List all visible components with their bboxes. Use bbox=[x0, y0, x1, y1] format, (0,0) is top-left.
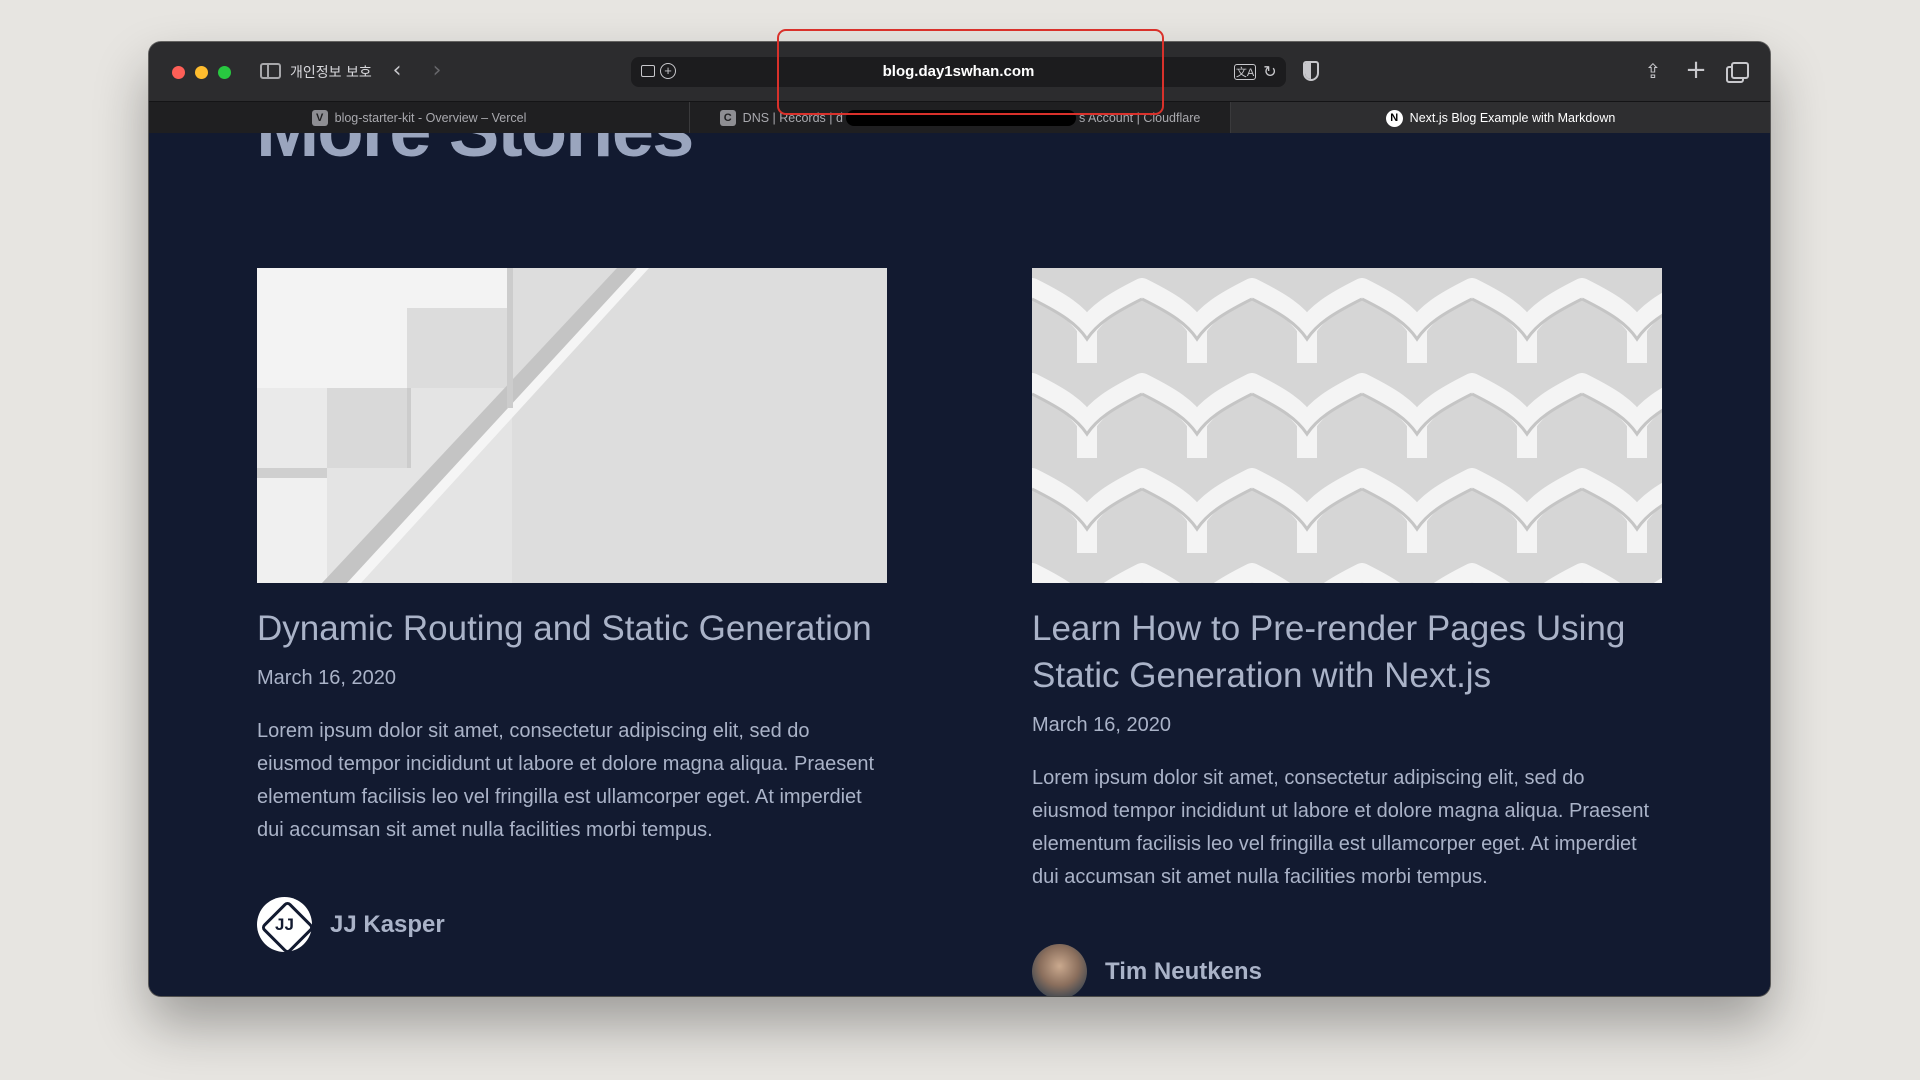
post-excerpt: Lorem ipsum dolor sit amet, consectetur … bbox=[257, 720, 875, 841]
author-name: JJ Kasper bbox=[330, 910, 445, 938]
tab-vercel[interactable]: V blog-starter-kit - Overview – Vercel bbox=[149, 102, 690, 134]
avatar: JJ bbox=[257, 897, 312, 952]
author-name: Tim Neutkens bbox=[1105, 957, 1262, 985]
page-content: More Stories Dynamic Rou bbox=[149, 133, 1770, 996]
tabs-icon[interactable] bbox=[1726, 62, 1749, 83]
share-icon[interactable]: ⇪ bbox=[1642, 58, 1664, 84]
zoom-window-button[interactable] bbox=[218, 66, 231, 79]
post-author: Tim Neutkens bbox=[1032, 944, 1262, 996]
translate-icon[interactable]: 文A bbox=[1234, 64, 1256, 80]
woven-pattern-illustration bbox=[1032, 268, 1662, 583]
post-title[interactable]: Learn How to Pre-render Pages Using Stat… bbox=[1032, 605, 1662, 699]
tab-title: Next.js Blog Example with Markdown bbox=[1409, 111, 1616, 125]
close-window-button[interactable] bbox=[172, 66, 185, 79]
post-title[interactable]: Dynamic Routing and Static Generation bbox=[257, 605, 887, 652]
tab-nextjs-blog[interactable]: N Next.js Blog Example with Markdown bbox=[1231, 102, 1770, 134]
browser-window: 개인정보 보호 ‹ › + blog.day1swhan.com 文A ↻ ⇪ … bbox=[149, 42, 1770, 996]
privacy-label[interactable]: 개인정보 보호 bbox=[290, 62, 372, 82]
reload-icon[interactable]: ↻ bbox=[1261, 62, 1279, 82]
avatar bbox=[1032, 944, 1087, 996]
chevron-right-icon[interactable]: › bbox=[427, 60, 447, 82]
nextjs-favicon-icon: N bbox=[1385, 109, 1403, 127]
shield-icon[interactable] bbox=[1303, 61, 1319, 81]
chevron-left-icon[interactable]: ‹ bbox=[387, 60, 407, 82]
highlight-annotation bbox=[777, 29, 1164, 115]
staircase-illustration bbox=[257, 268, 887, 583]
tab-title: blog-starter-kit - Overview – Vercel bbox=[334, 111, 527, 125]
post-excerpt: Lorem ipsum dolor sit amet, consectetur … bbox=[1032, 767, 1650, 888]
cloudflare-favicon-icon: C bbox=[719, 110, 736, 126]
post-date: March 16, 2020 bbox=[257, 667, 396, 689]
vercel-favicon-icon: V bbox=[311, 110, 328, 126]
post-cover-image[interactable] bbox=[257, 268, 887, 583]
avatar-initials: JJ bbox=[275, 915, 294, 934]
minimize-window-button[interactable] bbox=[195, 66, 208, 79]
post-cover-image[interactable] bbox=[1032, 268, 1662, 583]
section-heading: More Stories bbox=[256, 133, 694, 174]
post-author: JJ JJ Kasper bbox=[257, 897, 445, 952]
post-date: March 16, 2020 bbox=[1032, 714, 1171, 736]
sidebar-icon[interactable] bbox=[260, 63, 281, 79]
plus-icon[interactable]: + bbox=[1684, 57, 1708, 83]
